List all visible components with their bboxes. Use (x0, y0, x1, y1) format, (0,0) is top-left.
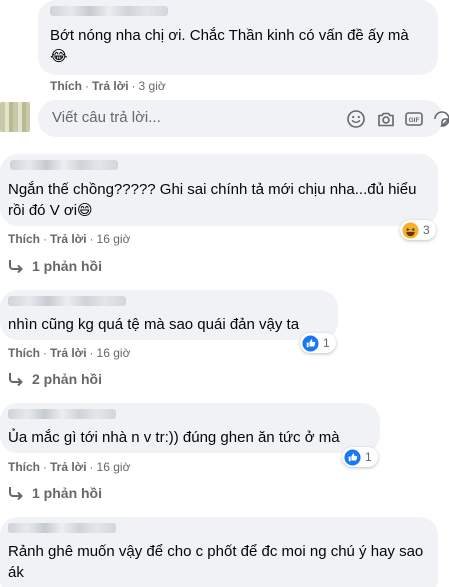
reply-link[interactable]: Trả lời (50, 346, 87, 360)
comment-actions: Thích · Trả lời · 3 giờ (50, 79, 166, 93)
haha-reaction-icon (402, 221, 419, 239)
sticker-icon[interactable] (432, 109, 449, 129)
timestamp[interactable]: 16 giờ (97, 232, 131, 246)
like-link[interactable]: Thích (8, 346, 40, 360)
comment-text: Bớt nóng nha chị ơi. Chắc Thần kinh có v… (50, 27, 409, 65)
blurred-author-name (8, 409, 116, 419)
reply-arrow-icon (9, 487, 23, 500)
reply-link[interactable]: Trả lời (50, 460, 87, 474)
comment-bubble: Ngắn thế chồng????? Ghi sai chính tả mới… (0, 154, 438, 226)
reaction-count: 3 (423, 223, 430, 237)
like-reaction-icon (344, 448, 361, 466)
reply-input-placeholder: Viết câu trả lời... (52, 109, 161, 126)
reaction-summary[interactable]: 1 (342, 447, 378, 467)
like-link[interactable]: Thích (50, 79, 82, 93)
svg-text:GIF: GIF (409, 117, 420, 124)
like-link[interactable]: Thích (8, 232, 40, 246)
replies-count: 1 phản hồi (32, 485, 102, 501)
comment-text: Rảnh ghê muốn vậy để cho c phốt để đc mo… (8, 543, 424, 581)
blurred-author-name (10, 160, 118, 170)
like-reaction-icon (302, 334, 319, 352)
reply-arrow-icon (9, 260, 23, 273)
blurred-author-name (8, 523, 116, 533)
view-replies-link[interactable]: 1 phản hồi (8, 485, 102, 501)
reaction-count: 1 (365, 450, 372, 464)
comment-bubble: Rảnh ghê muốn vậy để cho c phốt để đc mo… (0, 517, 438, 587)
timestamp[interactable]: 16 giờ (97, 346, 131, 360)
replies-count: 2 phản hồi (32, 371, 102, 387)
reply-input[interactable]: Viết câu trả lời... GIF (38, 100, 449, 137)
timestamp[interactable]: 16 giờ (97, 460, 131, 474)
avatar[interactable] (0, 102, 30, 132)
comment-text: nhìn cũng kg quá tệ mà sao quái đản vậy … (8, 316, 300, 333)
comment-actions: Thích · Trả lời · 16 giờ (8, 232, 131, 246)
replies-count: 1 phản hồi (32, 258, 102, 274)
comment-bubble: Ủa mắc gì tới nhà n v tr:)) đúng ghen ăn… (0, 403, 380, 453)
blurred-author-name (50, 6, 168, 16)
reply-link[interactable]: Trả lời (92, 79, 129, 93)
reply-link[interactable]: Trả lời (50, 232, 87, 246)
smiley-icon[interactable] (346, 109, 366, 129)
comment-text: Ngắn thế chồng????? Ghi sai chính tả mới… (8, 181, 417, 219)
comment-bubble: nhìn cũng kg quá tệ mà sao quái đản vậy … (0, 290, 338, 340)
blurred-author-name (8, 296, 126, 306)
comment-actions: Thích · Trả lời · 16 giờ (8, 346, 131, 360)
reaction-summary[interactable]: 3 (400, 220, 436, 240)
view-replies-link[interactable]: 1 phản hồi (8, 258, 102, 274)
comment-actions: Thích · Trả lời · 16 giờ (8, 460, 131, 474)
reaction-count: 1 (323, 336, 330, 350)
reply-arrow-icon (9, 373, 23, 386)
comment-text: Ủa mắc gì tới nhà n v tr:)) đúng ghen ăn… (8, 429, 340, 446)
like-link[interactable]: Thích (8, 460, 40, 474)
timestamp[interactable]: 3 giờ (139, 79, 166, 93)
view-replies-link[interactable]: 2 phản hồi (8, 371, 102, 387)
reaction-summary[interactable]: 1 (300, 333, 336, 353)
comment-bubble: Bớt nóng nha chị ơi. Chắc Thần kinh có v… (38, 0, 438, 75)
camera-icon[interactable] (376, 109, 396, 129)
gif-icon[interactable]: GIF (404, 109, 424, 129)
